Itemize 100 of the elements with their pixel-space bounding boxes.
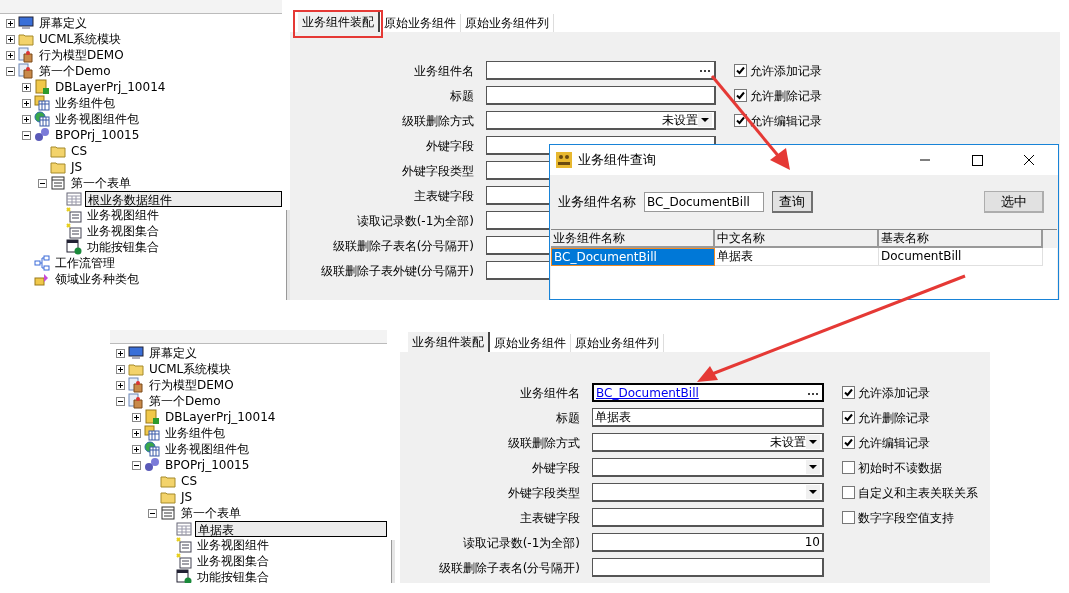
tree-item[interactable]: 业务视图集合: [195, 553, 271, 569]
expand-icon[interactable]: [22, 114, 31, 124]
tree-item[interactable]: CS: [179, 473, 199, 489]
dropdown[interactable]: [592, 458, 824, 477]
checked-box-icon[interactable]: [734, 64, 747, 77]
input-field[interactable]: 10: [592, 533, 824, 552]
table-cell[interactable]: DocumentBill: [879, 248, 1043, 266]
tree-item[interactable]: 功能按钮集合: [195, 569, 271, 583]
expand-icon[interactable]: [6, 50, 15, 60]
field-label: 级联删除方式: [507, 434, 580, 452]
input-field[interactable]: [486, 61, 716, 80]
empty-box-icon[interactable]: [842, 461, 855, 474]
expand-icon[interactable]: [116, 380, 125, 390]
input-field[interactable]: [592, 558, 824, 577]
tree-item[interactable]: 第一个表单: [179, 505, 243, 521]
tree-item[interactable]: 第一个Demo: [147, 393, 223, 409]
collapse-icon[interactable]: [38, 178, 47, 188]
expand-icon[interactable]: [132, 444, 141, 454]
tree-item[interactable]: 工作流管理: [53, 255, 117, 271]
checkbox[interactable]: 允许添加记录: [734, 61, 822, 80]
tree-item[interactable]: 业务视图组件: [85, 207, 161, 223]
dropdown[interactable]: [592, 483, 824, 502]
checkbox[interactable]: 允许添加记录: [842, 383, 978, 402]
search-field[interactable]: BC_DocumentBill: [644, 192, 764, 212]
checkbox[interactable]: 允许编辑记录: [842, 433, 978, 452]
tree-item[interactable]: DBLayerPrj_10014: [163, 409, 278, 425]
collapse-icon[interactable]: [148, 508, 157, 518]
collapse-icon[interactable]: [132, 460, 141, 470]
expand-icon[interactable]: [22, 98, 31, 108]
checked-box-icon[interactable]: [842, 411, 855, 424]
tree-item[interactable]: 单据表: [195, 521, 387, 537]
tree-item[interactable]: UCML系统模块: [147, 361, 234, 377]
query-button[interactable]: 查询: [772, 191, 813, 213]
dropdown[interactable]: 未设置: [592, 433, 824, 452]
column-header[interactable]: 中文名称: [715, 230, 879, 248]
checkbox[interactable]: 数字字段空值支持: [842, 508, 978, 527]
scrollbar[interactable]: [110, 330, 387, 344]
tree-item[interactable]: 领域业务种类包: [53, 271, 141, 287]
tree-item[interactable]: BPOPrj_10015: [53, 127, 142, 143]
select-button[interactable]: 选中: [984, 191, 1044, 213]
tree-item[interactable]: JS: [69, 159, 85, 175]
tree-item[interactable]: 业务视图集合: [85, 223, 161, 239]
field-label: 标题: [449, 87, 474, 105]
input-field[interactable]: 单据表: [592, 408, 824, 427]
tree-item[interactable]: JS: [179, 489, 195, 505]
checked-box-icon[interactable]: [734, 89, 747, 102]
tree-item[interactable]: UCML系统模块: [37, 31, 124, 47]
input-field[interactable]: [486, 86, 716, 105]
expand-icon[interactable]: [132, 412, 141, 422]
tree-item[interactable]: 业务视图组件: [195, 537, 271, 553]
tree-item[interactable]: 业务组件包: [53, 95, 117, 111]
checked-box-icon[interactable]: [842, 436, 855, 449]
input-field[interactable]: [592, 508, 824, 527]
dropdown-caret-icon[interactable]: [806, 460, 820, 474]
column-header[interactable]: 基表名称: [879, 230, 1043, 248]
dropdown-caret-icon[interactable]: [806, 435, 820, 449]
tree-item[interactable]: DBLayerPrj_10014: [53, 79, 168, 95]
checked-box-icon[interactable]: [734, 114, 747, 127]
checked-box-icon[interactable]: [842, 386, 855, 399]
input-field[interactable]: BC_DocumentBill: [592, 383, 824, 402]
tree-item[interactable]: 业务视图组件包: [53, 111, 141, 127]
tree-item[interactable]: BPOPrj_10015: [163, 457, 252, 473]
table-cell[interactable]: 单据表: [715, 248, 879, 266]
collapse-icon[interactable]: [22, 130, 31, 140]
tree-item[interactable]: 第一个Demo: [37, 63, 113, 79]
tree-item[interactable]: 屏幕定义: [147, 345, 199, 361]
expand-icon[interactable]: [132, 428, 141, 438]
empty-box-icon[interactable]: [842, 511, 855, 524]
monitor-icon: [18, 15, 34, 31]
tree-item[interactable]: 根业务数据组件: [85, 191, 282, 207]
dropdown[interactable]: 未设置: [486, 111, 716, 130]
collapse-icon[interactable]: [116, 396, 125, 406]
expand-icon[interactable]: [116, 364, 125, 374]
tree-item[interactable]: 行为模型DEMO: [37, 47, 126, 63]
expand-icon[interactable]: [22, 82, 31, 92]
table-cell[interactable]: BC_DocumentBill: [551, 248, 715, 266]
checkbox[interactable]: 自定义和主表关联关系: [842, 483, 978, 502]
tree-item[interactable]: 行为模型DEMO: [147, 377, 236, 393]
expand-icon[interactable]: [6, 18, 15, 28]
tree-item[interactable]: 功能按钮集合: [85, 239, 161, 255]
dropdown-caret-icon[interactable]: [806, 485, 820, 499]
tree-item[interactable]: 业务视图组件包: [163, 441, 251, 457]
tree-item[interactable]: CS: [69, 143, 89, 159]
checkbox[interactable]: 允许删除记录: [734, 86, 822, 105]
tree-item[interactable]: 业务组件包: [163, 425, 227, 441]
tab[interactable]: 业务组件装配: [408, 332, 490, 352]
collapse-icon[interactable]: [6, 66, 15, 76]
tree-item[interactable]: 屏幕定义: [37, 15, 89, 31]
tree-item[interactable]: 第一个表单: [69, 175, 133, 191]
scrollbar[interactable]: [286, 210, 290, 300]
scrollbar[interactable]: [391, 540, 395, 583]
expand-icon[interactable]: [6, 34, 15, 44]
tab[interactable]: 业务组件装配: [298, 12, 380, 32]
checkbox[interactable]: 允许删除记录: [842, 408, 978, 427]
scrollbar[interactable]: [0, 0, 282, 14]
expand-icon[interactable]: [116, 348, 125, 358]
view-icon: [176, 553, 192, 569]
empty-box-icon[interactable]: [842, 486, 855, 499]
dropdown-caret-icon[interactable]: [698, 113, 712, 127]
checkbox[interactable]: 初始时不读数据: [842, 458, 978, 477]
